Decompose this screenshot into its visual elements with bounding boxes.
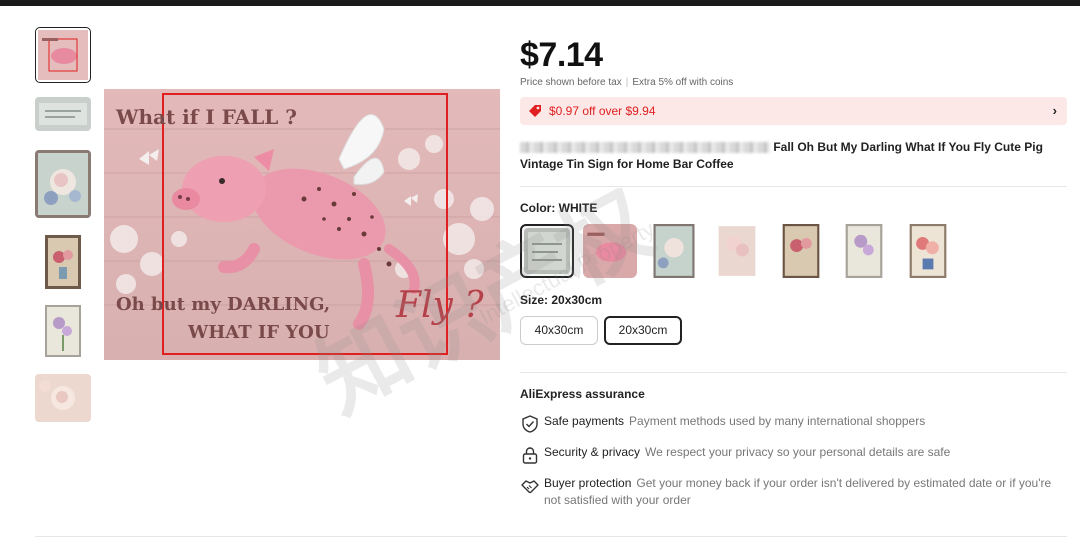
sign-text-line1: What if I FALL ? [116,105,297,129]
swatch-lilac[interactable] [837,224,891,278]
swatch-pig[interactable] [583,224,637,278]
separator: | [625,77,629,88]
top-bar [0,0,1080,6]
assurance-title: AliExpress assurance [520,387,645,401]
coupon-banner[interactable]: $0.97 off over $9.94 › [520,97,1067,125]
swatch-rose[interactable] [647,224,701,278]
thumbnail-peony[interactable] [35,374,91,422]
thumbnail-white[interactable] [35,97,91,131]
thumbnail-pig[interactable] [35,27,91,83]
coupon-text: $0.97 off over $9.94 [549,104,656,118]
shield-check-icon [522,415,538,433]
lock-icon [522,447,538,464]
chevron-right-icon: › [1052,103,1057,118]
main-product-image[interactable]: What if I FALL ? Oh but my DARLING, WHAT… [104,89,500,360]
size-option-40x30[interactable]: 40x30cm [520,316,598,345]
assurance-label: Buyer protection [544,476,632,490]
sign-script-word: Fly ? [396,285,484,326]
redacted-title-segment [520,142,770,154]
assurance-desc: We respect your privacy so your personal… [645,445,951,459]
price-note: Price shown before tax | Extra 5% off with… [520,77,733,88]
thumbnail-rose[interactable] [35,150,91,218]
sign-text-line3: WHAT IF YOU [188,322,330,343]
coupon-tag-icon [529,105,541,117]
swatch-vase-roses[interactable] [774,224,828,278]
color-label: Color: WHITE [520,201,598,215]
assurance-label: Security & privacy [544,445,641,459]
divider [520,372,1067,373]
assurance-desc: Payment methods used by many internation… [629,414,926,428]
thumbnail-lilac[interactable] [35,305,91,357]
product-title: Fall Oh But My Darling What If You Fly C… [520,139,1065,173]
sign-text-line2: Oh but my DARLING, [116,294,331,315]
swatch-pink-flowers[interactable] [710,224,764,278]
assurance-label: Safe payments [544,414,625,428]
price-tax-note: Price shown before tax [520,77,622,88]
swatch-white[interactable] [520,224,574,278]
size-label: Size: 20x30cm [520,293,603,307]
coins-note: Extra 5% off with coins [632,77,734,88]
size-option-20x30[interactable]: 20x30cm [604,316,682,345]
thumbnail-vase[interactable] [35,235,91,289]
swatch-bouquet[interactable] [901,224,955,278]
price: $7.14 [520,36,603,74]
color-swatch-list [520,224,955,278]
handshake-icon [521,480,539,494]
divider [520,186,1067,187]
